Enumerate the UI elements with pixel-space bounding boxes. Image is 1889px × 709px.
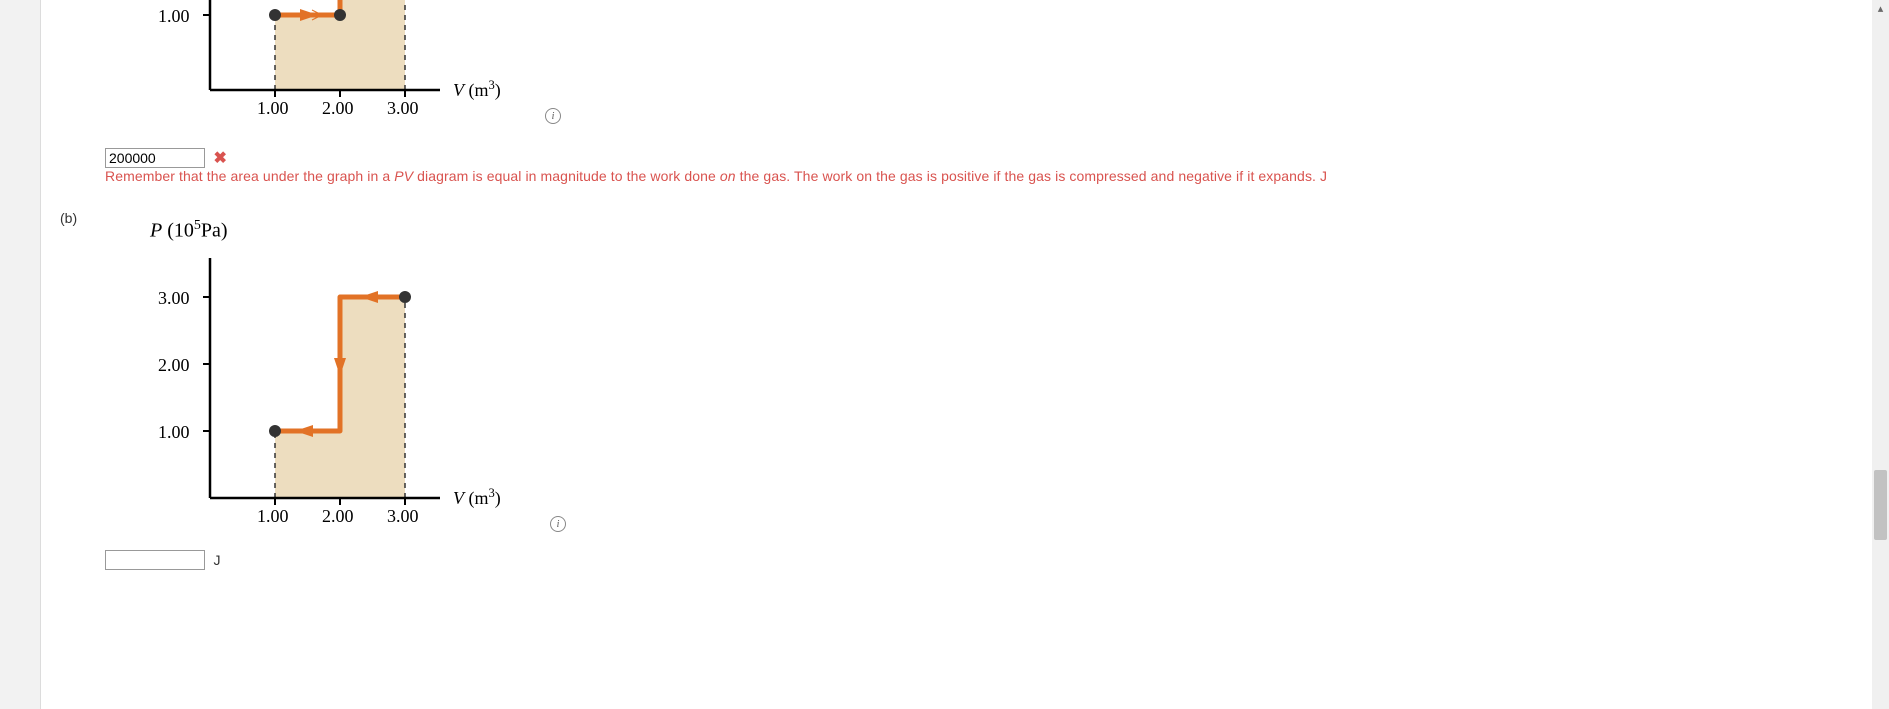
feedback-text: Remember that the area under the graph i… [105,168,1805,184]
x-tick-label: 3.00 [387,506,419,527]
feedback-middle: diagram is equal in magnitude to the wor… [413,168,720,184]
part-label-b: (b) [60,210,77,226]
y-tick-label: 3.00 [158,288,190,309]
answer-input-a[interactable] [105,148,205,168]
x-axis-var: V [453,80,464,100]
pv-chart-b: P (105Pa) [150,218,570,548]
x-axis-label: V (m3) [453,486,501,509]
incorrect-icon: ✖ [213,150,226,167]
y-tick-label: 1.00 [158,422,190,443]
x-axis-unit-close: ) [495,488,501,508]
answer-unit-b: J [213,552,220,568]
feedback-on: on [720,168,736,184]
vertical-scrollbar[interactable]: ▴ [1872,0,1889,709]
answer-row-a: ✖ [105,148,227,168]
answer-input-b[interactable] [105,550,205,570]
feedback-prefix: Remember that the area under the graph i… [105,168,394,184]
x-axis-unit-open: (m [469,80,489,100]
y-tick-label: 2.00 [158,355,190,376]
pv-chart-a-partial: 1.00 1.00 2.00 3.00 V (m3) i [150,0,550,140]
x-axis-var: V [453,488,464,508]
x-tick-label: 2.00 [322,506,354,527]
x-tick-label: 2.00 [322,98,354,119]
scroll-thumb[interactable] [1874,470,1887,540]
x-axis-unit-open: (m [469,488,489,508]
info-icon[interactable]: i [550,516,566,532]
pv-chart-a-svg [150,0,550,140]
x-tick-label: 1.00 [257,98,289,119]
page-margin [0,0,40,709]
feedback-pv: PV [394,168,413,184]
answer-row-b: J [105,550,220,570]
y-tick-label: 1.00 [158,6,190,27]
x-tick-label: 1.00 [257,506,289,527]
pv-chart-b-svg [150,218,570,548]
feedback-suffix: the gas. The work on the gas is positive… [736,168,1327,184]
x-axis-label: V (m3) [453,78,501,101]
page-margin-rule [40,0,41,709]
info-icon[interactable]: i [545,108,561,124]
scroll-up-icon[interactable]: ▴ [1872,0,1889,17]
x-tick-label: 3.00 [387,98,419,119]
x-axis-unit-close: ) [495,80,501,100]
